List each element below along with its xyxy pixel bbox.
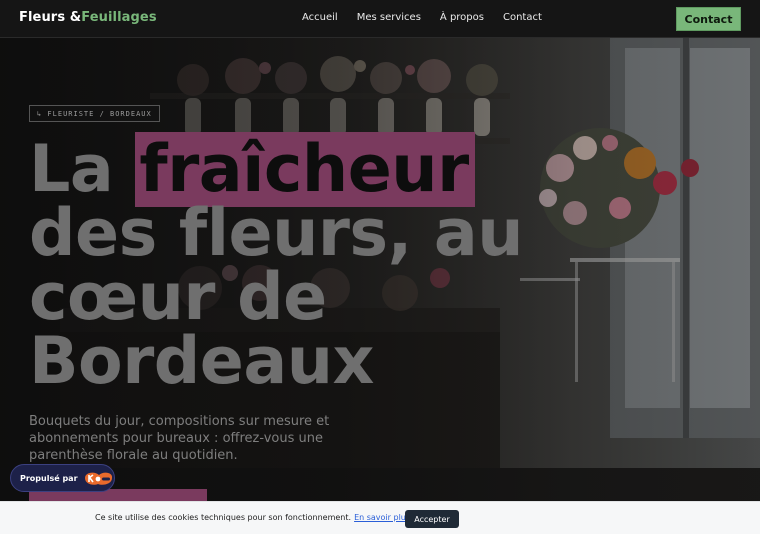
- powered-by-label: Propulsé par: [20, 473, 78, 483]
- cookie-message: Ce site utilise des cookies techniques p…: [95, 513, 352, 522]
- headline-after: des fleurs, au cœur de Bordeaux: [29, 196, 524, 399]
- hero-tag: ↳ FLEURISTE / BORDEAUX: [29, 105, 160, 122]
- site-logo[interactable]: Fleurs &Feuillages: [19, 10, 157, 25]
- logo-text-accent: Feuillages: [81, 10, 157, 25]
- logo-text-main: Fleurs &: [19, 10, 82, 25]
- hero-subtitle: Bouquets du jour, compositions sur mesur…: [29, 414, 330, 463]
- powered-by-badge[interactable]: Propulsé par: [10, 464, 115, 492]
- nav-link-contact[interactable]: Contact: [503, 12, 542, 23]
- kofee-logo-icon: [84, 472, 112, 485]
- top-navbar: Fleurs &Feuillages Accueil Mes services …: [0, 0, 760, 38]
- cookie-learn-more-link[interactable]: En savoir plus: [354, 513, 410, 522]
- contact-button[interactable]: Contact: [676, 7, 741, 31]
- nav-link-mes-services[interactable]: Mes services: [357, 12, 421, 23]
- cookie-text: Ce site utilise des cookies techniques p…: [95, 513, 410, 522]
- nav-link-a-propos[interactable]: À propos: [440, 12, 484, 23]
- nav-links: Accueil Mes services À propos Contact: [302, 12, 542, 23]
- cookie-banner: Ce site utilise des cookies techniques p…: [0, 501, 760, 534]
- nav-link-accueil[interactable]: Accueil: [302, 12, 338, 23]
- cookie-accept-button[interactable]: Accepter: [405, 510, 459, 528]
- hero-headline: La fraîcheur des fleurs, au cœur de Bord…: [29, 132, 549, 394]
